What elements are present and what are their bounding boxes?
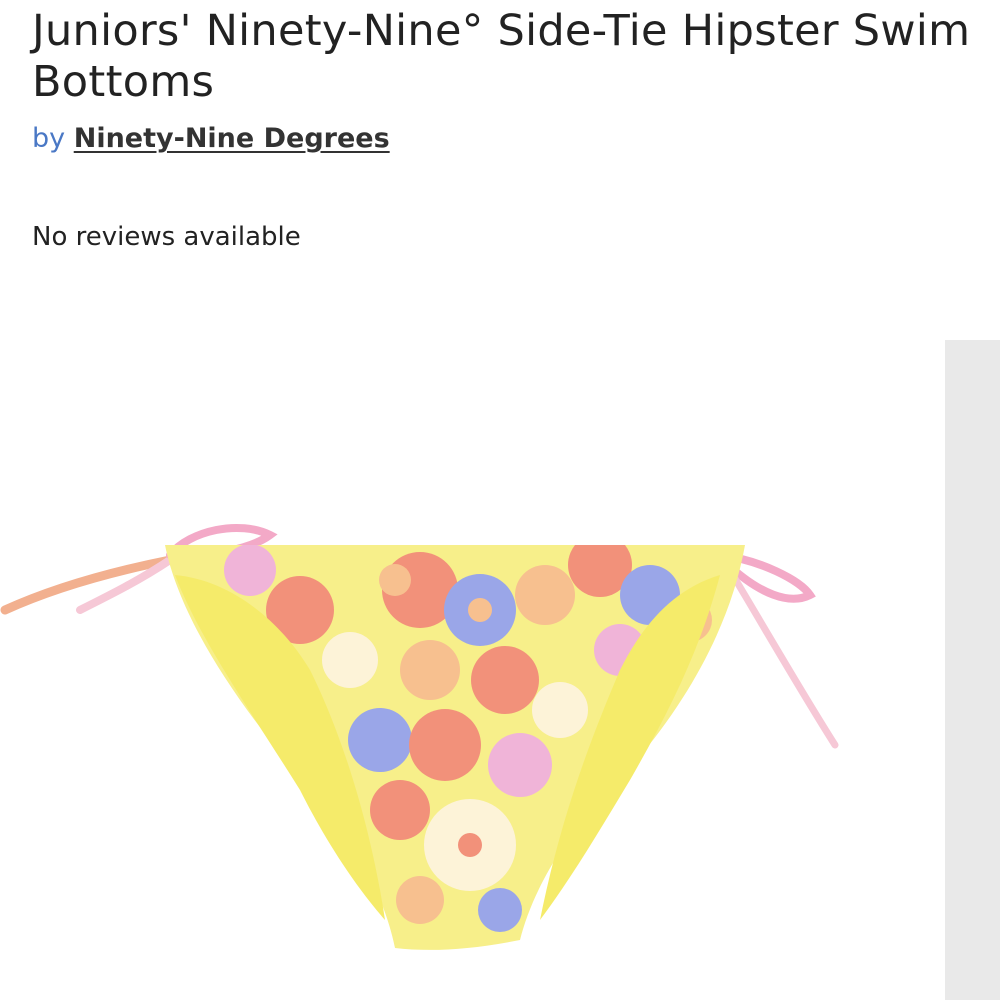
next-image-peek[interactable] [945, 340, 1000, 1000]
swim-bottoms-fabric [165, 545, 745, 950]
product-title: Juniors' Ninety-Nine° Side-Tie Hipster S… [32, 6, 971, 107]
reviews-status: No reviews available [32, 222, 301, 252]
product-image[interactable] [0, 500, 860, 1000]
by-label: by [32, 123, 66, 154]
brand-link[interactable]: Ninety-Nine Degrees [74, 123, 390, 154]
product-page: Juniors' Ninety-Nine° Side-Tie Hipster S… [0, 0, 1000, 1000]
brand-byline: by Ninety-Nine Degrees [32, 122, 390, 156]
